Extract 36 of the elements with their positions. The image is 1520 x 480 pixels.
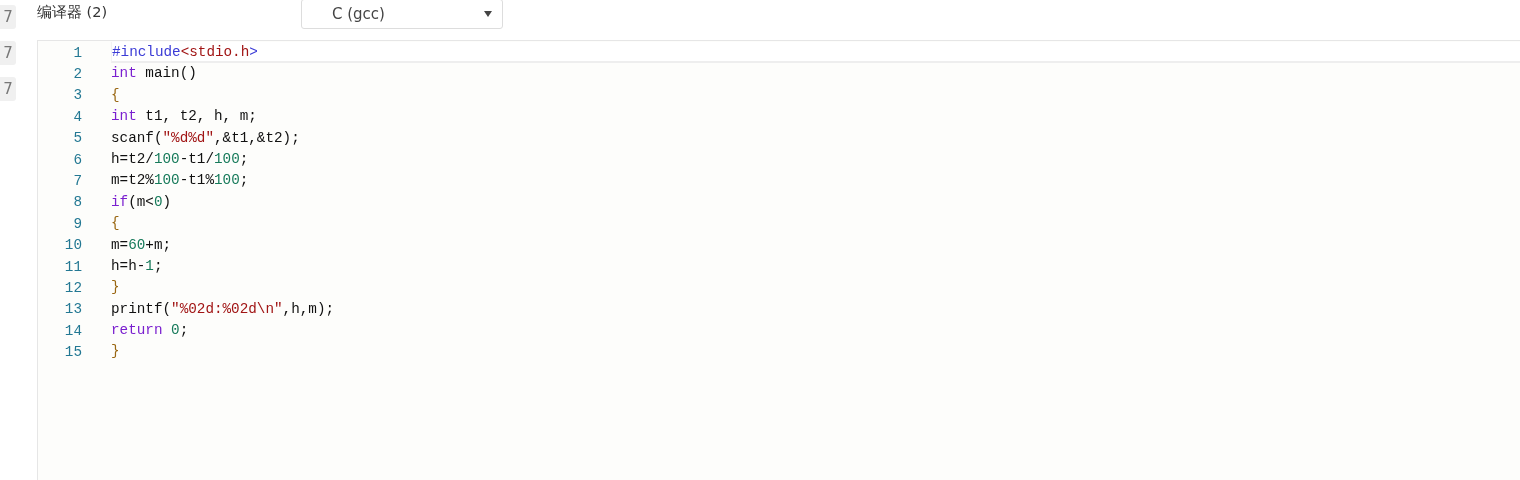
line-number: 7	[72, 173, 82, 190]
code-line: }	[111, 342, 121, 362]
code-line: h=t2/100-t1/100;	[111, 149, 250, 169]
line-number: 11	[63, 258, 82, 275]
line-number: 8	[72, 194, 82, 211]
code-line: int t1, t2, h, m;	[111, 107, 258, 127]
line-number: 15	[63, 344, 82, 361]
line-number: 1	[72, 44, 82, 61]
compiler-select[interactable]: C (gcc)	[301, 0, 503, 29]
line-number: 6	[72, 151, 82, 168]
compiler-label: 编译器 (2)	[37, 3, 109, 22]
line-number: 3	[72, 87, 82, 104]
number-tab[interactable]: 7	[0, 41, 16, 65]
line-number: 5	[72, 130, 82, 147]
code-line: m=60+m;	[111, 235, 173, 255]
code-line: h=h-1;	[111, 256, 164, 276]
line-number: 10	[63, 237, 82, 254]
number-tab[interactable]: 7	[0, 77, 16, 101]
code-line: {	[111, 214, 121, 234]
code-line: scanf("%d%d",&t1,&t2);	[111, 128, 301, 148]
line-number: 12	[63, 280, 82, 296]
line-number: 14	[63, 322, 82, 339]
code-line: int main()	[111, 64, 198, 84]
caret-icon	[484, 11, 492, 17]
line-number: 4	[72, 108, 82, 125]
code-line: {	[111, 85, 121, 105]
code-line: if(m<0)	[111, 192, 173, 212]
code-line: return 0;	[111, 321, 190, 341]
line-number: 9	[72, 215, 82, 232]
code-line: printf("%02d:%02d\n",h,m);	[111, 299, 336, 319]
code-line: }	[111, 278, 121, 298]
line-number: 2	[72, 66, 82, 83]
number-tab[interactable]: 7	[0, 5, 16, 29]
code-line: m=t2%100-t1%100;	[111, 171, 250, 191]
code-editor[interactable]	[37, 40, 1520, 480]
line-number: 13	[63, 301, 82, 318]
